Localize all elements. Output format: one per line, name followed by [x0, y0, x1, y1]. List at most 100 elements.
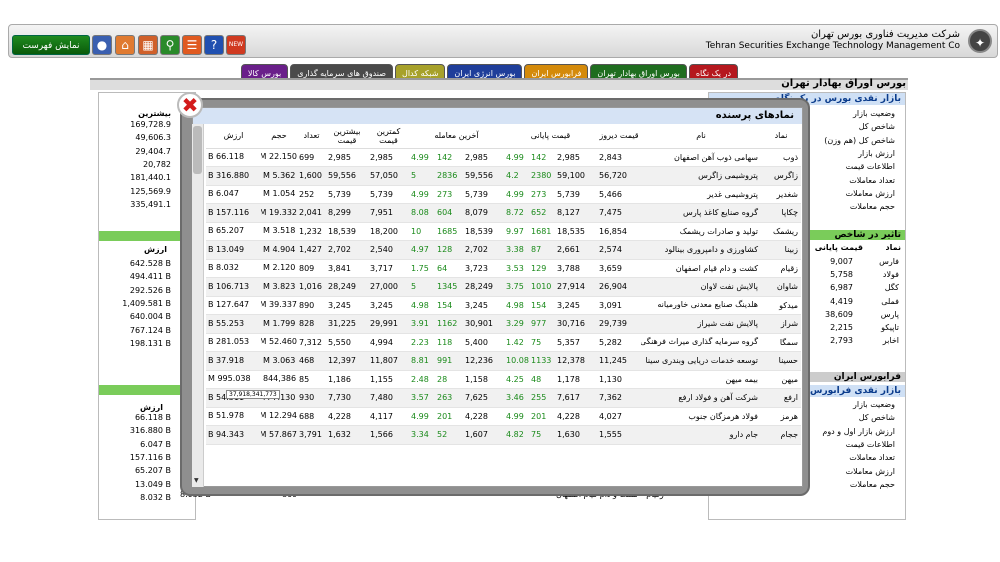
- market-stat-label: شاخص کل (هم وزن): [824, 135, 895, 145]
- col-header-last[interactable]: آخرین معامله: [409, 124, 504, 149]
- show-list-button[interactable]: نمایش فهرست: [12, 35, 90, 55]
- cell-sym: ذوب: [761, 148, 802, 167]
- scroll-down-icon[interactable]: ▼: [194, 477, 199, 484]
- cell-lchg: 28: [435, 370, 463, 389]
- cell-close: 27,914: [555, 277, 598, 297]
- cell-last: 30,901: [463, 314, 504, 334]
- col-header-prev[interactable]: قیمت دیروز: [597, 124, 642, 149]
- help-icon[interactable]: ?: [204, 35, 224, 55]
- cell-count: 688: [297, 407, 326, 426]
- cell-cpct: 8.72: [504, 203, 530, 223]
- col-header-name[interactable]: نام: [641, 124, 762, 149]
- cell-lchg: 52: [435, 425, 463, 445]
- cell-high: 5,550: [326, 333, 368, 352]
- impact-close: 5,758: [830, 270, 853, 280]
- cell-lpct: 3.34: [409, 425, 435, 445]
- cell-sym: شراز: [761, 314, 802, 334]
- quote-row[interactable]: ارفع شرکت آهن و فولاد ارفع 7,362 7,617 255 3.…: [206, 388, 802, 408]
- cell-cpct: 4.99: [504, 407, 530, 426]
- quote-row[interactable]: شاوان پالایش نفت لاوان 26,904 27,914 1010 3.7…: [206, 277, 802, 297]
- cell-count: 252: [297, 185, 326, 204]
- cell-vol: 3.063 M: [261, 351, 297, 371]
- scroll-thumb[interactable]: [193, 126, 202, 174]
- cell-val: 127.647 B: [206, 296, 261, 315]
- cell-low: 7,480: [368, 388, 409, 408]
- cell-close: 2,661: [555, 240, 598, 260]
- cell-high: 3,245: [326, 296, 368, 315]
- cell-prev: 1,130: [597, 370, 642, 389]
- col-header-value[interactable]: ارزش: [206, 124, 261, 149]
- cell-last: 5,739: [463, 185, 504, 204]
- quote-row[interactable]: میدکو هلدینگ صنایع معدنی خاورمیانه 3,091 3,…: [206, 296, 802, 315]
- impact-symbol: کگل: [884, 283, 899, 293]
- cell-lpct: 3.57: [409, 388, 435, 408]
- left-value: 29,404.7: [135, 146, 171, 156]
- cell-low: 57,050: [368, 166, 409, 186]
- cell-val: 316.880 B: [206, 166, 261, 186]
- new-badge-icon[interactable]: NEW: [226, 35, 246, 55]
- cell-low: 11,807: [368, 351, 409, 371]
- quote-row[interactable]: ذوب سهامی ذوب آهن اصفهان 2,843 2,985 142 4.99…: [206, 148, 802, 167]
- quote-row[interactable]: میهن بیمه میهن 1,130 1,178 48 4.25 1,158 28 2.48…: [206, 370, 802, 389]
- col-header-volume[interactable]: حجم: [261, 124, 297, 149]
- cell-last: 5,400: [463, 333, 504, 352]
- farabourse-stat-label: شاخص کل: [858, 413, 895, 423]
- quote-row[interactable]: زبینا کشاورزی و دامپروری بینالود 2,574 2,66…: [206, 240, 802, 260]
- cell-last: 1,607: [463, 425, 504, 445]
- cell-vol: 22.150 M: [261, 148, 297, 167]
- quote-row[interactable]: ریشمک تولید و صادرات ریشمک 16,854 18,535 168…: [206, 222, 802, 241]
- col-close: قیمت پایانی: [814, 243, 863, 252]
- col-header-count[interactable]: تعداد: [297, 124, 326, 149]
- cell-lpct: 1.75: [409, 259, 435, 278]
- col-header-low[interactable]: کمترین قیمت: [368, 124, 409, 149]
- cell-lchg: 991: [435, 351, 463, 371]
- farabourse-stat-label: حجم معاملات: [849, 479, 895, 489]
- cell-cchg: 652: [529, 203, 556, 223]
- cell-vol: 3.823 M: [261, 277, 297, 297]
- cell-val: 995.038 M: [206, 370, 261, 389]
- cell-cpct: 3.38: [504, 240, 530, 260]
- cell-lpct: 2.23: [409, 333, 435, 352]
- col-header-symbol[interactable]: نماد: [761, 124, 802, 149]
- search-icon[interactable]: ⚲: [160, 35, 180, 55]
- cell-prev: 3,091: [597, 296, 642, 315]
- modal-title: نمادهای پرسنده: [193, 108, 802, 124]
- message-icon[interactable]: ☰: [182, 35, 202, 55]
- quote-row[interactable]: چکاپا گروه صنایع کاغذ پارس 7,475 8,127 652 8.…: [206, 203, 802, 223]
- quote-row[interactable]: شغدیر پتروشیمی غدیر 5,466 5,739 273 4.99 5,739…: [206, 185, 802, 204]
- cell-lchg: 154: [435, 296, 463, 315]
- col-header-high[interactable]: بیشترین قیمت: [326, 124, 368, 149]
- cell-close: 1,630: [555, 425, 598, 445]
- farabourse-stat-label: ارزش معاملات: [845, 466, 895, 476]
- col-header-final[interactable]: قیمت پایانی: [504, 124, 598, 149]
- quote-row[interactable]: ججام جام دارو 1,555 1,630 75 4.82 1,607 52 3.34 1…: [206, 425, 802, 445]
- cell-cpct: 10.08: [504, 351, 530, 371]
- cell-close: 8,127: [555, 203, 598, 223]
- cell-name: گروه صنایع کاغذ پارس: [641, 203, 762, 223]
- globe-icon[interactable]: ●: [92, 35, 112, 55]
- cell-lchg: 1162: [435, 314, 463, 334]
- table-icon[interactable]: ▦: [138, 35, 158, 55]
- close-icon[interactable]: ✖: [177, 92, 203, 118]
- cell-prev: 3,659: [597, 259, 642, 278]
- quote-row[interactable]: حسینا توسعه خدمات دریایی وبندری سینا 11,24…: [206, 351, 802, 371]
- cell-count: 7,312: [297, 333, 326, 352]
- cell-name: کشت و دام قیام اصفهان: [641, 259, 762, 278]
- modal-scrollbar[interactable]: ▼: [192, 124, 204, 487]
- cell-prev: 5,282: [597, 333, 642, 352]
- quote-row[interactable]: شراز پالایش نفت شیراز 29,739 30,716 977 3.29 3…: [206, 314, 802, 334]
- quote-row[interactable]: سمگا گروه سرمایه گذاری میراث فرهنگی 5,282 5…: [206, 333, 802, 352]
- quote-row[interactable]: هرمز فولاد هرمزگان جنوب 4,027 4,228 201 4.99 4…: [206, 407, 802, 426]
- cell-vol: 4.904 M: [261, 240, 297, 260]
- quote-row[interactable]: زاگرس پتروشیمی زاگرس 56,720 59,100 2380 4.2 59…: [206, 166, 802, 186]
- cell-last: 12,236: [463, 351, 504, 371]
- cell-cpct: 1.42: [504, 333, 530, 352]
- market-stat-label: اطلاعات قیمت: [845, 162, 895, 172]
- cell-prev: 7,362: [597, 388, 642, 408]
- cell-close: 3,245: [555, 296, 598, 315]
- cell-lpct: 8.81: [409, 351, 435, 371]
- quote-row[interactable]: زقیام کشت و دام قیام اصفهان 3,659 3,788 129 3…: [206, 259, 802, 278]
- impact-close: 4,419: [830, 296, 853, 306]
- home-icon[interactable]: ⌂: [115, 35, 135, 55]
- company-logo-icon[interactable]: ✦: [968, 29, 992, 53]
